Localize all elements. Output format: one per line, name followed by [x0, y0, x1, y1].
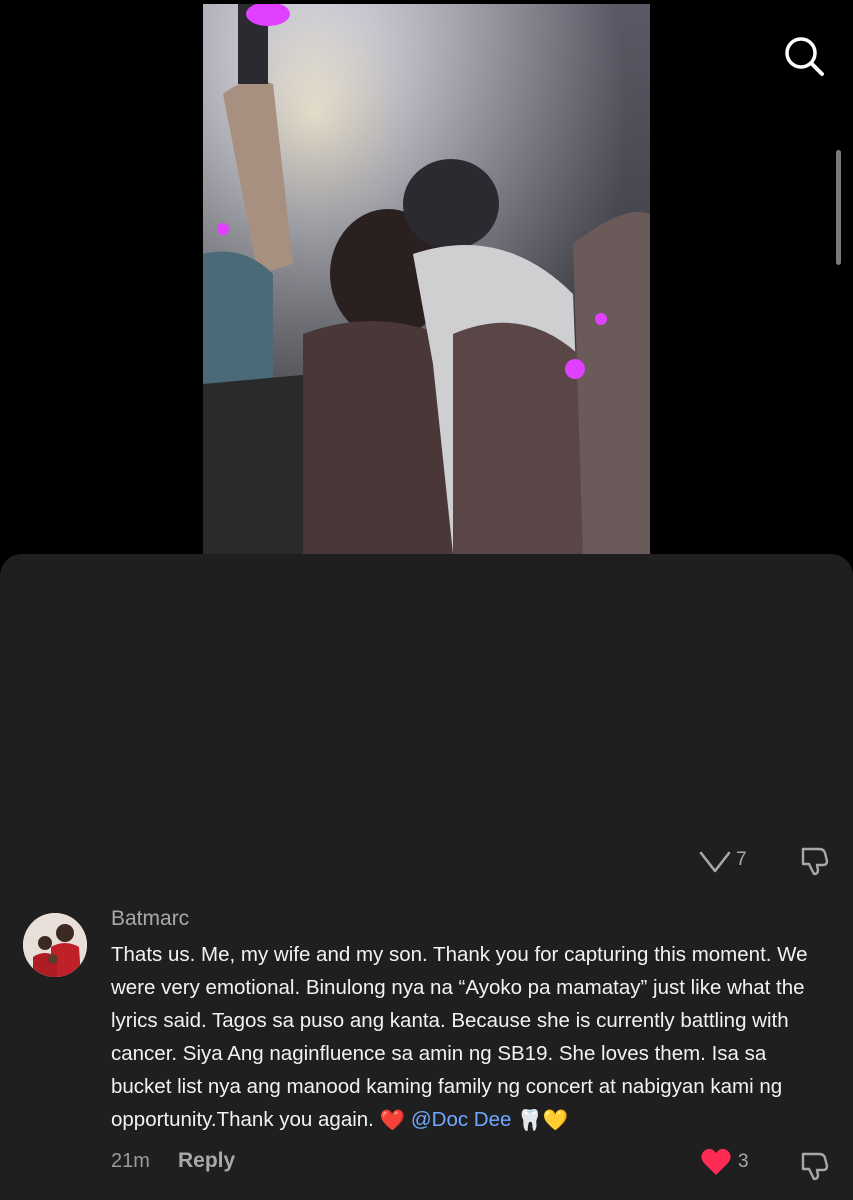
- thumbs-down-icon: [801, 1152, 829, 1181]
- previous-comment-like-count: 7: [736, 849, 747, 870]
- comment-like-button[interactable]: 3: [700, 1147, 749, 1177]
- search-button[interactable]: [782, 34, 826, 78]
- comment-username[interactable]: Batmarc: [111, 907, 189, 931]
- search-icon: [785, 37, 824, 76]
- comment-text: Thats us. Me, my wife and my son. Thank …: [111, 938, 831, 1137]
- comment-dislike-button[interactable]: [798, 1148, 832, 1182]
- heart-outline-icon: [699, 851, 731, 873]
- reply-button[interactable]: Reply: [178, 1149, 235, 1173]
- previous-comment-like-button[interactable]: 7: [698, 845, 747, 875]
- avatar-image: [23, 913, 87, 977]
- comment-like-count: 3: [738, 1151, 749, 1172]
- mention-link[interactable]: @Doc Dee: [411, 1108, 512, 1131]
- avatar[interactable]: [23, 913, 87, 977]
- yellow-heart-emoji: 💛: [542, 1109, 569, 1133]
- previous-comment-dislike-button[interactable]: [798, 843, 832, 877]
- scrollbar[interactable]: [836, 150, 841, 265]
- thumbs-down-icon: [801, 847, 829, 876]
- red-heart-emoji: ❤️: [379, 1109, 406, 1133]
- video-frame[interactable]: [203, 4, 650, 554]
- comment-timestamp: 21m: [111, 1150, 150, 1172]
- tooth-emoji: 🦷: [517, 1109, 543, 1133]
- comment-body: Thats us. Me, my wife and my son. Thank …: [111, 943, 808, 1131]
- concert-photo: [203, 4, 650, 554]
- heart-filled-icon: [701, 1148, 731, 1175]
